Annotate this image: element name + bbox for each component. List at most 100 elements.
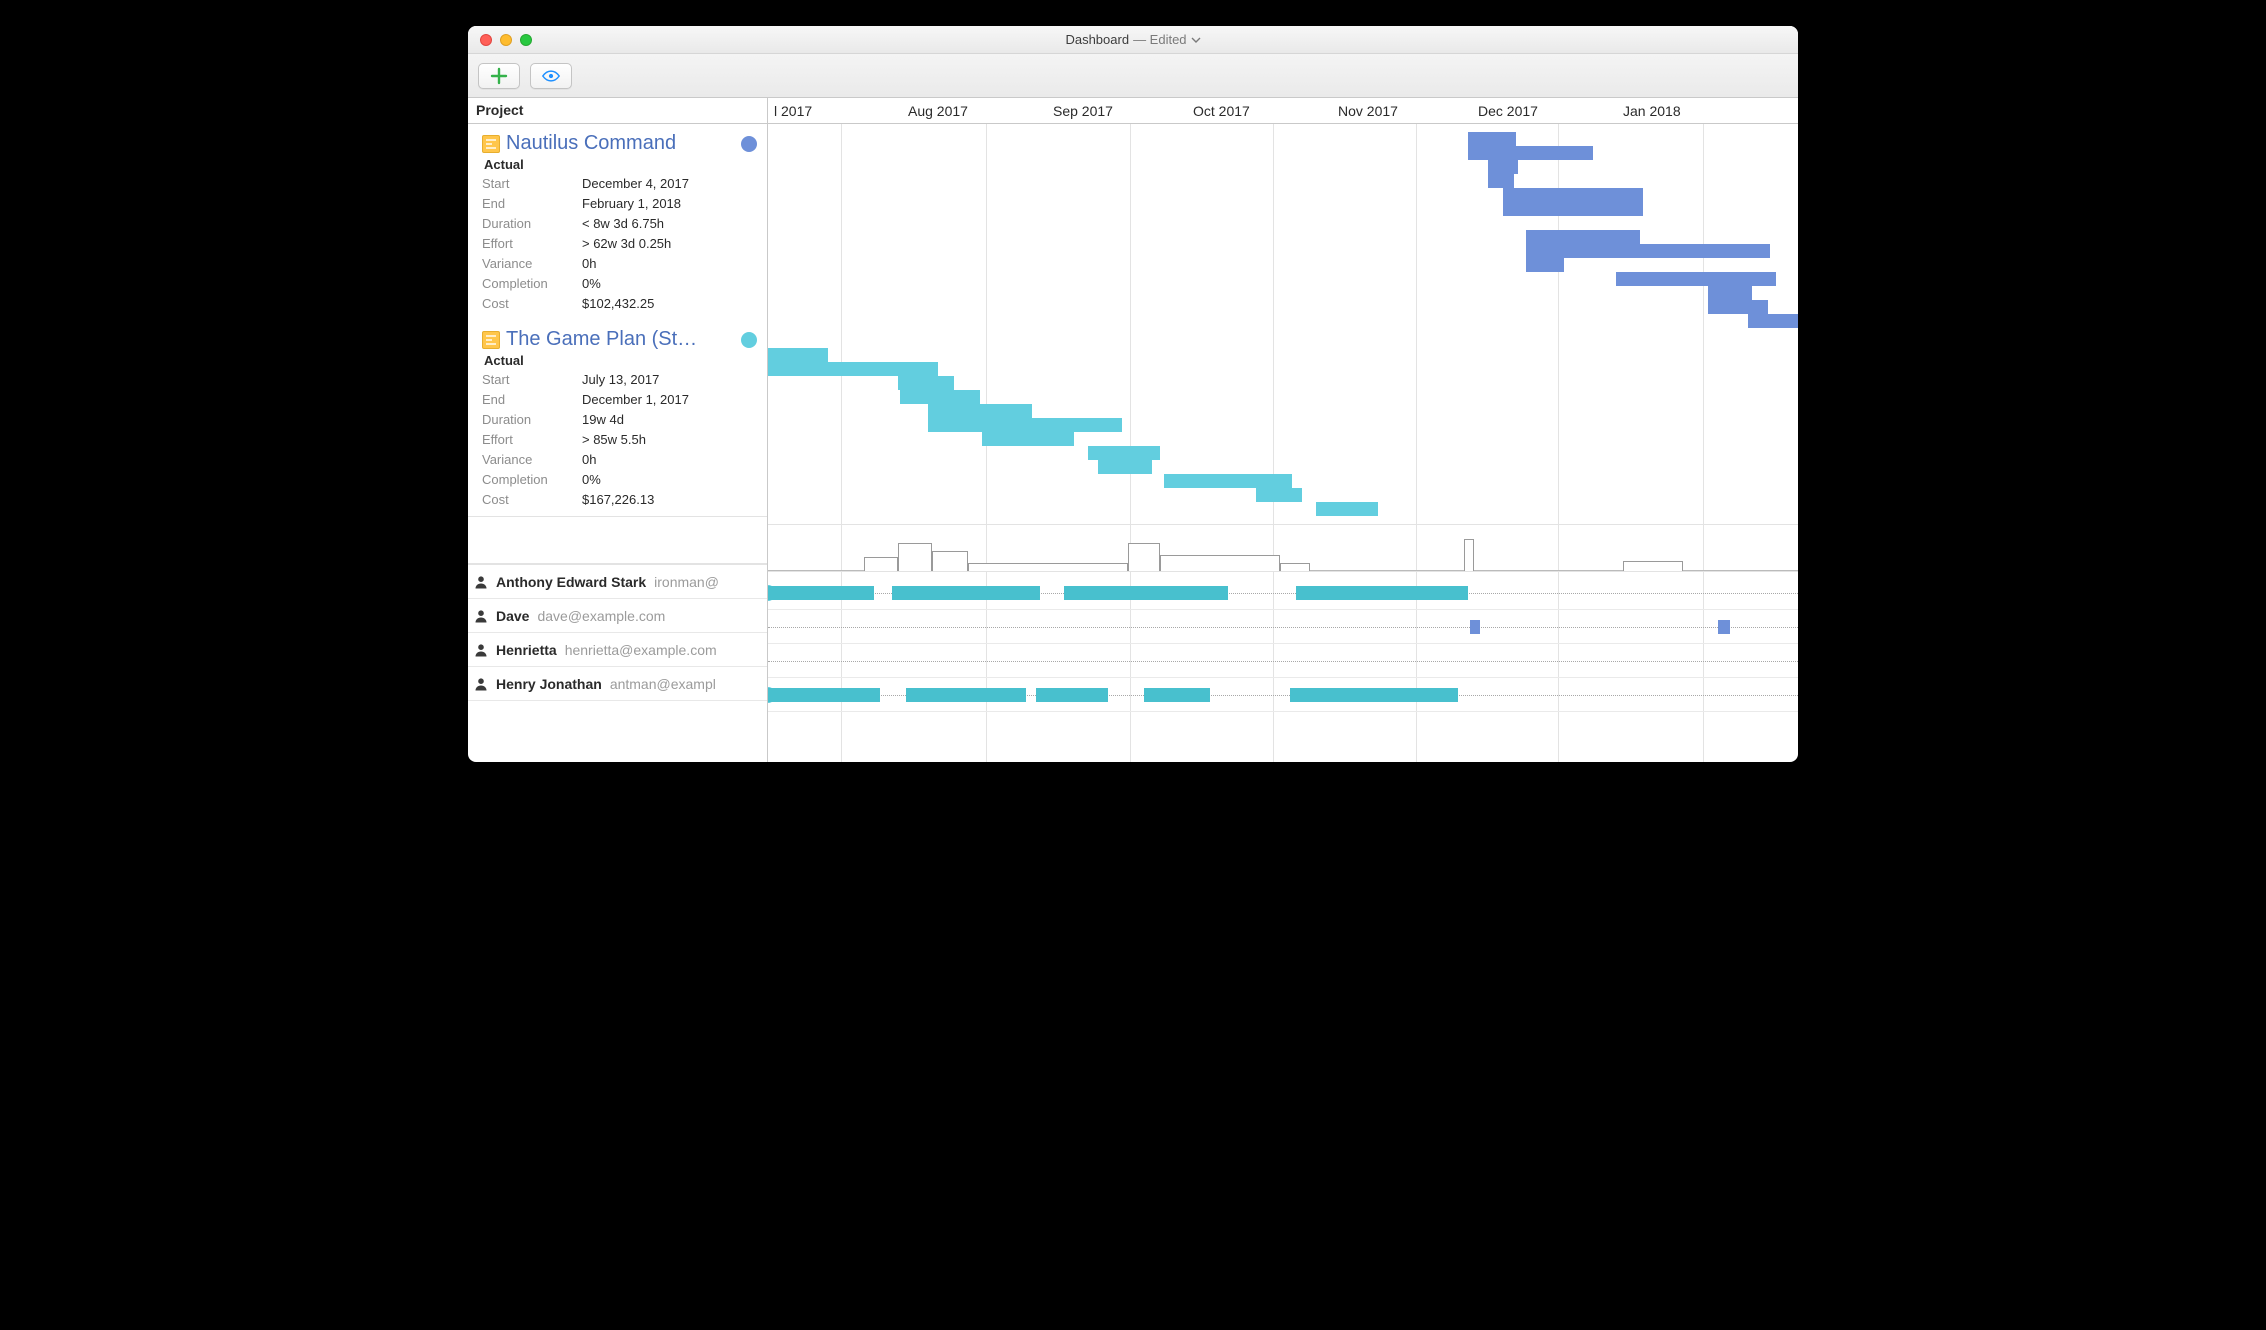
resource-bar[interactable] <box>1144 688 1210 702</box>
resource-bar[interactable] <box>768 688 880 702</box>
histogram-step <box>1160 555 1280 571</box>
summary-spacer <box>468 516 767 564</box>
month-label: Dec 2017 <box>1478 98 1538 123</box>
project-stat-row: EndFebruary 1, 2018 <box>482 194 757 214</box>
month-label: Oct 2017 <box>1193 98 1250 123</box>
titlebar: Dashboard — Edited <box>468 26 1798 54</box>
resource-timeline-row[interactable] <box>768 610 1798 644</box>
gantt-bar[interactable] <box>1616 272 1776 286</box>
resource-bar[interactable] <box>1296 586 1468 600</box>
resource-timeline-row[interactable] <box>768 644 1798 678</box>
project-name[interactable]: The Game Plan (St… <box>506 328 735 351</box>
stat-key: Duration <box>482 214 582 234</box>
gantt-bar[interactable] <box>1526 230 1640 244</box>
stat-key: Effort <box>482 430 582 450</box>
resource-bar[interactable] <box>892 586 1040 600</box>
gantt-bar[interactable] <box>1468 132 1516 146</box>
gantt-bar[interactable] <box>1316 502 1378 516</box>
project-card[interactable]: Nautilus CommandActualStartDecember 4, 2… <box>468 124 767 320</box>
stat-value: 0% <box>582 470 601 490</box>
month-label: Nov 2017 <box>1338 98 1398 123</box>
gantt-bar[interactable] <box>768 362 938 376</box>
project-icon <box>482 331 500 349</box>
stat-value: July 13, 2017 <box>582 370 659 390</box>
project-color-dot <box>741 332 757 348</box>
stat-value: 0h <box>582 254 596 274</box>
gantt-bar[interactable] <box>768 348 828 362</box>
zoom-button[interactable] <box>520 34 532 46</box>
gantt-bar[interactable] <box>1503 188 1643 216</box>
stat-value: $102,432.25 <box>582 294 654 314</box>
histogram-step <box>864 557 898 571</box>
resource-email: dave@example.com <box>537 608 665 624</box>
project-stat-row: Completion0% <box>482 274 757 294</box>
resource-bar[interactable] <box>768 586 874 600</box>
gantt-bar[interactable] <box>1468 146 1593 160</box>
project-stat-row: Cost$167,226.13 <box>482 490 757 510</box>
gantt-bar[interactable] <box>1708 286 1752 300</box>
gantt-bar[interactable] <box>1488 160 1518 174</box>
stat-value: $167,226.13 <box>582 490 654 510</box>
stat-key: End <box>482 390 582 410</box>
month-label: Sep 2017 <box>1053 98 1113 123</box>
resource-row[interactable]: Henry Jonathanantman@exampl <box>468 667 767 701</box>
gantt-bar[interactable] <box>1088 446 1160 460</box>
gantt-bar[interactable] <box>1526 244 1770 258</box>
window-frame: Dashboard — Edited Project l 2017Aug 201… <box>468 26 1798 762</box>
resource-bar[interactable] <box>1718 620 1730 634</box>
gantt-bar[interactable] <box>1098 460 1152 474</box>
stat-key: Completion <box>482 274 582 294</box>
project-card[interactable]: The Game Plan (St…ActualStartJuly 13, 20… <box>468 320 767 516</box>
project-section-label: Actual <box>484 353 757 368</box>
add-button[interactable] <box>478 63 520 89</box>
stat-key: Variance <box>482 450 582 470</box>
stat-value: December 4, 2017 <box>582 174 689 194</box>
gantt-bar[interactable] <box>1256 488 1302 502</box>
left-panel[interactable]: Nautilus Command Actual StartDecember 4, 2… <box>468 124 768 762</box>
gantt-bar[interactable] <box>1526 258 1564 272</box>
view-button[interactable] <box>530 63 572 89</box>
window-edited-suffix: — Edited <box>1133 32 1186 47</box>
month-label: Jan 2018 <box>1623 98 1681 123</box>
resource-row[interactable]: Anthony Edward Stark ironman@ <box>468 565 767 599</box>
project-stat-row: Effort> 62w 3d 0.25h <box>482 234 757 254</box>
resource-bar[interactable] <box>1290 688 1458 702</box>
gantt-bar[interactable] <box>1748 314 1798 328</box>
gantt-bar[interactable] <box>982 432 1074 446</box>
resource-timeline-row[interactable] <box>768 576 1798 610</box>
stat-key: Effort <box>482 234 582 254</box>
project-stat-row: Variance0h <box>482 254 757 274</box>
gantt-bar[interactable] <box>1488 174 1514 188</box>
resource-bar[interactable] <box>1470 620 1480 634</box>
window-title[interactable]: Dashboard — Edited <box>468 32 1798 47</box>
resource-row[interactable]: Henriettahenrietta@example.com <box>468 633 767 667</box>
resource-bar[interactable] <box>1036 688 1108 702</box>
stat-key: Variance <box>482 254 582 274</box>
histogram-step <box>968 563 1128 571</box>
project-stat-row: StartDecember 4, 2017 <box>482 174 757 194</box>
toolbar <box>468 54 1798 98</box>
close-button[interactable] <box>480 34 492 46</box>
resource-row[interactable]: Davedave@example.com <box>468 599 767 633</box>
stat-key: End <box>482 194 582 214</box>
gantt-bar[interactable] <box>928 404 1032 418</box>
project-stat-row: Effort> 85w 5.5h <box>482 430 757 450</box>
gantt-bar[interactable] <box>1708 300 1768 314</box>
gantt-bar[interactable] <box>928 418 1122 432</box>
timeline-header[interactable]: l 2017Aug 2017Sep 2017Oct 2017Nov 2017De… <box>768 98 1798 123</box>
project-name[interactable]: Nautilus Command <box>506 132 735 155</box>
resource-email: ironman@ <box>654 574 719 590</box>
gantt-bar[interactable] <box>900 390 980 404</box>
resource-timeline-row[interactable] <box>768 678 1798 712</box>
resource-bar[interactable] <box>1064 586 1228 600</box>
stat-value: > 85w 5.5h <box>582 430 646 450</box>
resource-bar[interactable] <box>906 688 1026 702</box>
minimize-button[interactable] <box>500 34 512 46</box>
resource-name: Anthony Edward Stark <box>496 574 646 590</box>
gantt-bar[interactable] <box>1164 474 1292 488</box>
gantt-bar[interactable] <box>898 376 954 390</box>
resource-list[interactable]: Anthony Edward Stark ironman@ Davedave@exa… <box>468 564 767 701</box>
stat-value: 19w 4d <box>582 410 624 430</box>
histogram-step <box>1280 563 1310 571</box>
gantt-area[interactable] <box>768 124 1798 762</box>
